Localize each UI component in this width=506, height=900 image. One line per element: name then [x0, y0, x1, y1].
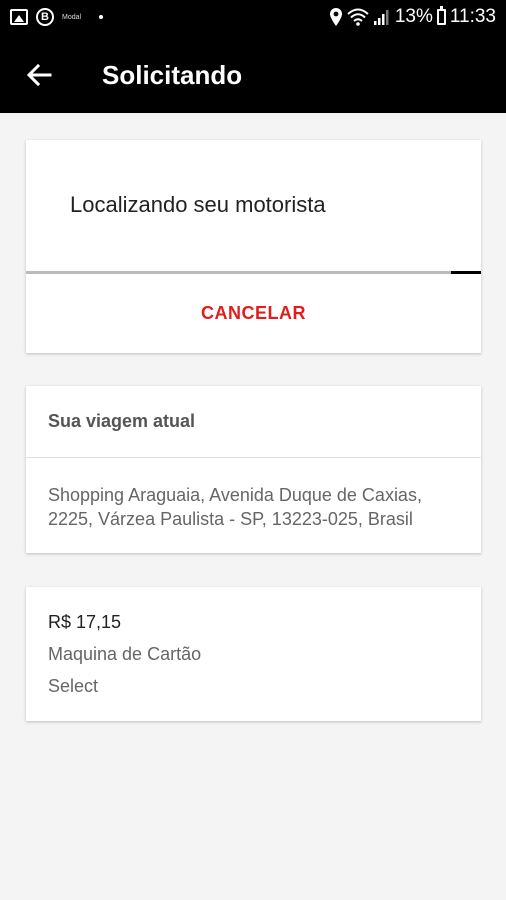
- trip-address: Shopping Araguaia, Avenida Duque de Caxi…: [48, 485, 422, 529]
- signal-icon: [373, 10, 389, 25]
- trip-price: R$ 17,15: [48, 612, 122, 632]
- back-button[interactable]: [22, 58, 56, 92]
- page-title: Solicitando: [102, 60, 243, 90]
- status-bar-system: 13% 11:33: [329, 6, 496, 28]
- wifi-icon: [347, 8, 369, 26]
- b-badge-icon: B: [36, 8, 54, 26]
- notification-small-label: Modal: [62, 13, 82, 21]
- clock: 11:33: [449, 6, 496, 27]
- back-arrow-icon: [26, 63, 52, 87]
- searching-driver-message: Localizando seu motorista: [70, 192, 326, 217]
- status-bar-notifications: B Modal: [10, 8, 104, 26]
- payment-method: Maquina de Cartão: [48, 644, 202, 664]
- searching-driver-card: Localizando seu motorista CANCELAR: [26, 140, 481, 353]
- payment-card[interactable]: R$ 17,15 Maquina de Cartão Select: [26, 587, 481, 721]
- current-trip-heading: Sua viagem atual: [48, 411, 196, 431]
- status-bar: B Modal 13% 11:33: [0, 0, 506, 36]
- battery-percent: 13%: [394, 6, 433, 27]
- app-bar: Solicitando: [0, 36, 506, 113]
- current-trip-card: Sua viagem atual Shopping Araguaia, Aven…: [26, 386, 481, 553]
- location-pin-icon: [329, 8, 342, 26]
- more-notifications-dot-icon: [99, 15, 104, 19]
- select-payment-label[interactable]: Select: [48, 676, 98, 697]
- cancel-button[interactable]: CANCELAR: [26, 274, 481, 353]
- battery-icon: [436, 6, 446, 25]
- image-icon: [10, 9, 28, 25]
- divider: [26, 457, 481, 458]
